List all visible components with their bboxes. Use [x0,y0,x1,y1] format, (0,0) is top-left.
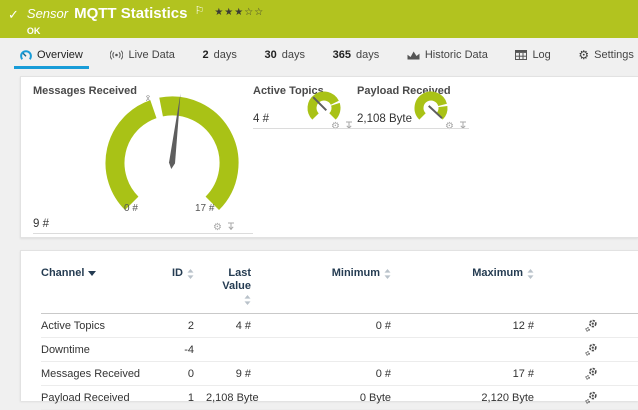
status-check-icon: ✓ [8,7,19,36]
sort-icon [384,269,391,279]
sort-icon [527,269,534,279]
gauge-scale-max: 17 # [195,203,214,214]
divider [33,233,253,234]
column-header-minimum[interactable]: Minimum [264,267,404,280]
channel-id: 0 [166,368,206,380]
pin-icon[interactable] [345,117,353,135]
column-header-channel[interactable]: Channel [41,267,166,280]
area-chart-icon [407,50,420,60]
signal-icon [110,50,123,60]
tab-bar: Overview Live Data 2 days 30 days 365 da… [0,38,638,72]
tab-live-data[interactable]: Live Data [110,38,174,72]
channel-name[interactable]: Payload Received [41,392,166,404]
channel-maximum: 2,120 Byte [404,392,544,404]
channel-minimum: 0 # [264,368,404,380]
channel-last-value: 2,108 Byte [206,392,264,404]
tab-label: Settings [594,49,634,61]
tab-log[interactable]: Log [515,38,550,72]
tab-label: days [214,49,237,61]
sensor-header: ✓ Sensor MQTT Statistics ⚐ ★★★☆☆ OK [0,0,638,38]
channel-settings-icon[interactable] [544,319,638,333]
channel-last-value: 4 # [206,320,264,332]
divider [357,128,469,129]
sensor-status: OK [27,26,264,36]
sensor-kind-label: Sensor [27,6,68,21]
gauge-value-messages-received: 9 # [33,218,49,230]
channel-maximum: 12 # [404,320,544,332]
tab-overview[interactable]: Overview [20,38,83,72]
priority-stars[interactable]: ★★★☆☆ [214,5,264,20]
sensor-title: MQTT Statistics [74,6,187,21]
channel-settings-icon[interactable] [544,391,638,405]
tab-2-days[interactable]: 2 days [203,38,237,72]
tab-settings[interactable]: ⚙ Settings [578,38,634,72]
channel-minimum: 0 # [264,320,404,332]
sort-caret-icon [88,271,96,276]
column-header-id[interactable]: ID [166,267,206,280]
channel-name[interactable]: Messages Received [41,368,166,380]
gauge-value-payload-received: 2,108 Byte [357,113,412,125]
channel-settings-icon[interactable] [544,367,638,381]
log-table-icon [515,50,527,60]
channel-id: 2 [166,320,206,332]
column-header-last-value[interactable]: Last Value [206,267,264,305]
gauges-panel: Messages Received x̄ 0 # 17 # 9 # ⚙ Acti… [20,76,638,238]
flag-icon: ⚐ [194,4,204,19]
gear-icon[interactable]: ⚙ [445,122,454,131]
gear-icon[interactable]: ⚙ [213,223,222,232]
gear-icon[interactable]: ⚙ [331,122,340,131]
channel-minimum: 0 Byte [264,392,404,404]
table-row: Active Topics 2 4 # 0 # 12 # [41,314,638,338]
tab-365-days[interactable]: 365 days [333,38,380,72]
gear-icon: ⚙ [578,50,589,60]
table-row: Payload Received 1 2,108 Byte 0 Byte 2,1… [41,386,638,410]
tab-label: Overview [37,49,83,61]
pin-icon[interactable] [459,117,467,135]
divider [253,128,371,129]
channel-name[interactable]: Active Topics [41,320,166,332]
sort-icon [244,295,251,305]
column-header-maximum[interactable]: Maximum [404,267,544,280]
channel-last-value: 9 # [206,368,264,380]
tab-label: Log [532,49,550,61]
gauge-scale-min: 0 # [124,203,138,214]
gauge-value-active-topics: 4 # [253,113,269,125]
tab-historic-data[interactable]: Historic Data [407,38,488,72]
gauge-icon [20,50,32,61]
tab-label: Live Data [128,49,174,61]
sort-icon [187,269,194,279]
tab-30-days[interactable]: 30 days [265,38,306,72]
channel-id: 1 [166,392,206,404]
tab-label: Historic Data [425,49,488,61]
average-marker: x̄ [146,93,151,103]
channel-name[interactable]: Downtime [41,344,166,356]
tab-label: days [282,49,305,61]
channel-maximum: 17 # [404,368,544,380]
channel-table-panel: Channel ID Last Value Minimum Maximum Ac… [20,250,638,401]
table-row: Messages Received 0 9 # 0 # 17 # [41,362,638,386]
table-row: Downtime -4 [41,338,638,362]
table-header-row: Channel ID Last Value Minimum Maximum [41,267,638,314]
tab-label: days [356,49,379,61]
channel-id: -4 [166,344,206,356]
channel-settings-icon[interactable] [544,343,638,357]
